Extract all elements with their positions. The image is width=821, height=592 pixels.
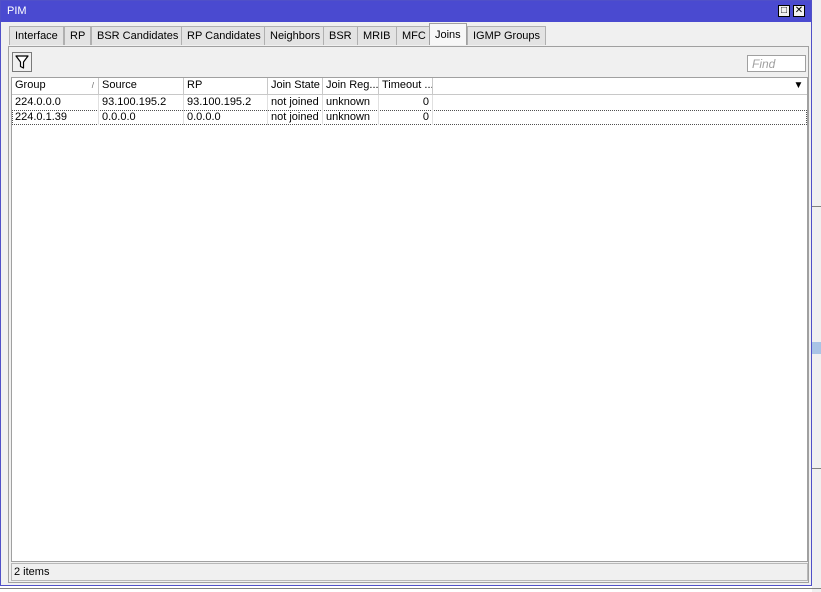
tab-rp[interactable]: RP	[64, 26, 92, 45]
cell-rp: 0.0.0.0	[184, 110, 268, 125]
tab-joins[interactable]: Joins	[429, 23, 467, 45]
window-title: PIM	[7, 5, 27, 17]
background-divider	[812, 468, 821, 469]
column-header-join-state[interactable]: Join State	[268, 78, 323, 94]
table-row[interactable]: 224.0.1.39 0.0.0.0 0.0.0.0 not joined un…	[12, 110, 807, 125]
filter-icon	[15, 55, 29, 69]
tab-interface[interactable]: Interface	[9, 26, 64, 45]
tab-neighbors[interactable]: Neighbors	[264, 26, 327, 45]
table-row[interactable]: 224.0.0.0 93.100.195.2 93.100.195.2 not …	[12, 95, 807, 110]
cell-rp: 93.100.195.2	[184, 95, 268, 110]
maximize-button[interactable]: □	[778, 5, 790, 17]
filter-button[interactable]	[12, 52, 32, 72]
cell-group: 224.0.1.39	[12, 110, 99, 125]
close-button[interactable]: ✕	[793, 5, 805, 17]
cell-timeout: 0	[379, 110, 433, 125]
pim-window: PIM □ ✕ Interface RP BSR Candidates RP C…	[0, 0, 812, 586]
column-header-rp[interactable]: RP	[184, 78, 268, 94]
status-bar: 2 items	[11, 563, 808, 581]
cell-source: 0.0.0.0	[99, 110, 184, 125]
joins-panel: Group / Source RP Join State Join Reg...…	[8, 46, 809, 583]
maximize-icon: □	[780, 5, 788, 16]
background-selection	[812, 342, 821, 354]
close-icon: ✕	[794, 5, 804, 16]
item-count: 2 items	[14, 566, 50, 578]
background-divider	[812, 206, 821, 207]
tab-igmp-groups[interactable]: IGMP Groups	[467, 26, 547, 45]
background-divider	[0, 588, 821, 589]
tab-mfc[interactable]: MFC	[396, 26, 432, 45]
cell-join-reg: unknown	[323, 110, 379, 125]
cell-source: 93.100.195.2	[99, 95, 184, 110]
column-header-timeout[interactable]: Timeout ...	[379, 78, 433, 94]
cell-group: 224.0.0.0	[12, 95, 99, 110]
cell-join-state: not joined	[268, 95, 323, 110]
sort-icon: /	[91, 81, 94, 90]
tab-mrib[interactable]: MRIB	[357, 26, 397, 45]
column-label: Group	[15, 79, 46, 91]
tab-bsr-candidates[interactable]: BSR Candidates	[91, 26, 185, 45]
title-bar[interactable]: PIM □ ✕	[1, 1, 811, 22]
triangle-down-icon: ▼	[793, 80, 804, 91]
column-menu-button[interactable]: ▼	[790, 78, 807, 94]
cell-join-reg: unknown	[323, 95, 379, 110]
background-window-edge	[812, 0, 821, 592]
tab-rp-candidates[interactable]: RP Candidates	[181, 26, 267, 45]
column-header-group[interactable]: Group /	[12, 78, 99, 94]
cell-join-state: not joined	[268, 110, 323, 125]
table-header: Group / Source RP Join State Join Reg...…	[12, 78, 807, 95]
tab-bsr[interactable]: BSR	[323, 26, 358, 45]
find-input[interactable]	[747, 55, 806, 72]
cell-timeout: 0	[379, 95, 433, 110]
column-header-source[interactable]: Source	[99, 78, 184, 94]
joins-table: Group / Source RP Join State Join Reg...…	[11, 77, 808, 562]
column-header-join-reg[interactable]: Join Reg...	[323, 78, 379, 94]
